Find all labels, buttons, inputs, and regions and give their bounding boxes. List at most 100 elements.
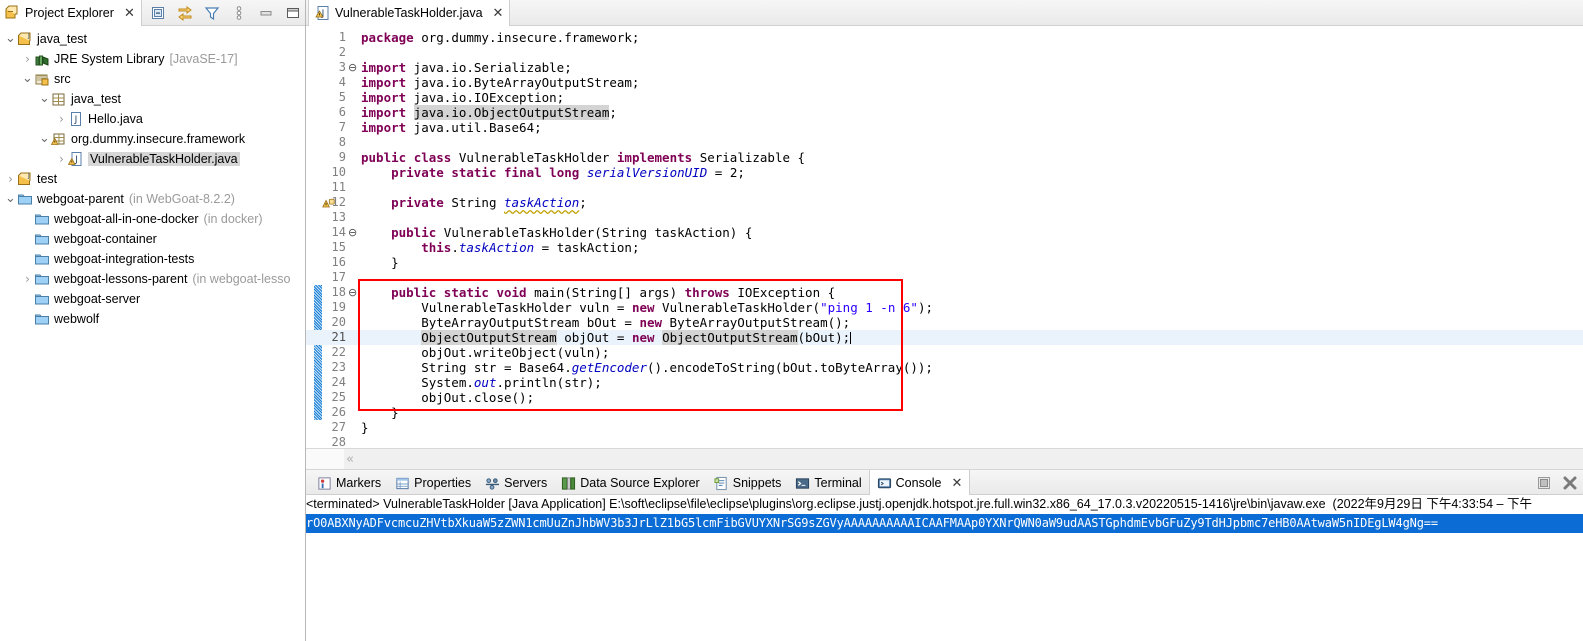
project-tree[interactable]: ⌄ Jjava_test › JRE System Library [JavaSE-17… [0,26,305,641]
tree-item-webgoat-lessons-parent[interactable]: › webgoat-lessons-parent (in webgoat-lesso [0,269,305,289]
code-text: VulnerableTaskHolder vuln = new Vulnerab… [361,300,933,315]
folder-icon [35,214,49,225]
code-line-17[interactable]: 17 [306,270,1583,285]
line-number: 13 [331,210,346,224]
close-icon[interactable]: ✕ [124,7,135,20]
tree-item-webgoat-container[interactable]: webgoat-container [0,229,305,249]
chevron-down-icon[interactable]: ⌄ [21,69,34,89]
close-icon[interactable]: ✕ [493,7,504,20]
collapse-all-icon[interactable] [150,5,166,21]
chevron-right-icon[interactable]: › [21,49,34,69]
console-output-line[interactable]: rO0ABXNyADFvcmcuZHVtbXkuaW5zZWN1cmUuZnJh… [306,514,1583,533]
tab-properties[interactable]: Properties [388,470,478,496]
line-number: 11 [331,180,346,194]
console-output[interactable]: <terminated> VulnerableTaskHolder [Java … [306,495,1583,641]
tree-item-vulnerabletaskholder-java[interactable]: › J VulnerableTaskHolder.java [0,149,305,169]
minimize-icon[interactable] [258,5,274,21]
chevron-down-icon[interactable]: ⌄ [38,89,51,109]
tab-markers[interactable]: Markers [310,470,388,496]
tab-project-explorer[interactable]: Project Explorer ✕ [0,0,142,26]
tree-item-webgoat-all-in-one-docker[interactable]: webgoat-all-in-one-docker (in docker) [0,209,305,229]
code-line-22[interactable]: 22 objOut.writeObject(vuln); [306,345,1583,360]
tree-item-label: VulnerableTaskHolder.java [88,152,240,166]
fold-collapse-icon[interactable]: ⊖ [348,285,358,300]
code-line-20[interactable]: 20 ByteArrayOutputStream bOut = new Byte… [306,315,1583,330]
code-line-14[interactable]: 14 ⊖ public VulnerableTaskHolder(String t… [306,225,1583,240]
svg-text:J: J [27,33,30,40]
warning-marker-icon[interactable] [322,196,335,209]
tree-item-webgoat-server[interactable]: webgoat-server [0,289,305,309]
fold-collapse-icon[interactable]: ⊖ [348,225,358,240]
close-icon[interactable]: ✕ [952,477,963,490]
maximize-icon[interactable] [285,5,301,21]
java-file-icon: J [71,112,81,126]
link-with-editor-icon[interactable] [177,5,193,21]
tree-item-sublabel: (in webgoat-lesso [192,272,291,286]
scroll-left-icon[interactable]: « [346,449,354,470]
code-text: this.taskAction = taskAction; [421,240,640,255]
code-line-12[interactable]: 12 private String taskAction; [306,195,1583,210]
code-editor[interactable]: 1 package org.dummy.insecure.framework; 2 3… [306,26,1583,470]
chevron-down-icon[interactable]: ⌄ [38,129,51,149]
code-line-24[interactable]: 24 System.out.println(str); [306,375,1583,390]
tab-terminal[interactable]: Terminal [788,470,868,496]
code-line-19[interactable]: 19 VulnerableTaskHolder vuln = new Vulne… [306,300,1583,315]
code-line-5[interactable]: 5 import java.io.IOException; [306,90,1583,105]
chevron-right-icon[interactable]: › [21,269,34,289]
view-menu-icon[interactable] [231,5,247,21]
tab-vulnerabletaskholder-java[interactable]: J VulnerableTaskHolder.java ✕ [308,0,511,26]
chevron-right-icon[interactable]: › [55,109,68,129]
editor-horizontal-scrollbar[interactable]: « [306,448,1583,470]
code-line-6[interactable]: 6 import java.io.ObjectOutputStream; [306,105,1583,120]
code-line-23[interactable]: 23 String str = Base64.getEncoder().enco… [306,360,1583,375]
tree-item-label: src [54,72,71,86]
tree-item-hello-java[interactable]: › J Hello.java [0,109,305,129]
tree-item-label: java_test [71,92,122,106]
code-line-13[interactable]: 13 [306,210,1583,225]
code-lines[interactable]: 1 package org.dummy.insecure.framework; 2 3… [306,26,1583,448]
tree-item-src[interactable]: ⌄ src [0,69,305,89]
java-project-icon: J [18,32,31,45]
restore-icon[interactable] [1536,475,1552,491]
tree-item-jre-system-library[interactable]: › JRE System Library [JavaSE-17] [0,49,305,69]
tree-item-org-dummy-insecure-framework[interactable]: ⌄ org.dummy.insecure.framework [0,129,305,149]
tree-item-java-test[interactable]: ⌄ Jjava_test [0,29,305,49]
fold-collapse-icon[interactable]: ⊖ [348,60,358,75]
tree-item-test[interactable]: › Jtest [0,169,305,189]
folder-icon [35,234,49,245]
code-text: private String taskAction; [391,195,587,210]
tree-item-webgoat-integration-tests[interactable]: webgoat-integration-tests [0,249,305,269]
code-line-1[interactable]: 1 package org.dummy.insecure.framework; [306,30,1583,45]
tree-item-webgoat-parent[interactable]: ⌄ webgoat-parent (in WebGoat-8.2.2) [0,189,305,209]
code-line-15[interactable]: 15 this.taskAction = taskAction; [306,240,1583,255]
code-line-8[interactable]: 8 [306,135,1583,150]
chevron-right-icon[interactable]: › [55,149,68,169]
code-line-25[interactable]: 25 objOut.close(); [306,390,1583,405]
code-line-18[interactable]: 18 ⊖ public static void main(String[] arg… [306,285,1583,300]
tab-console[interactable]: Console ✕ [868,470,971,496]
code-line-21[interactable]: 21 ObjectOutputStream objOut = new Objec… [306,330,1583,345]
code-line-11[interactable]: 11 [306,180,1583,195]
folder-icon [35,254,49,265]
code-line-4[interactable]: 4 import java.io.ByteArrayOutputStream; [306,75,1583,90]
chevron-down-icon[interactable]: ⌄ [4,29,17,49]
code-line-10[interactable]: 10 private static final long serialVersi… [306,165,1583,180]
code-line-7[interactable]: 7 import java.util.Base64; [306,120,1583,135]
chevron-down-icon[interactable]: ⌄ [4,189,17,209]
code-line-16[interactable]: 16 } [306,255,1583,270]
filter-icon[interactable] [204,5,220,21]
code-line-28[interactable]: 28 [306,435,1583,448]
tab-snippets[interactable]: Snippets [707,470,789,496]
tab-data-source-explorer[interactable]: Data Source Explorer [554,470,707,496]
code-line-9[interactable]: 9 public class VulnerableTaskHolder imple… [306,150,1583,165]
code-line-3[interactable]: 3 ⊖ import java.io.Serializable; [306,60,1583,75]
tab-servers[interactable]: Servers [478,470,554,496]
code-line-26[interactable]: 26 } [306,405,1583,420]
code-line-2[interactable]: 2 [306,45,1583,60]
code-line-27[interactable]: 27} [306,420,1583,435]
close-view-icon[interactable] [1562,475,1578,491]
chevron-right-icon[interactable]: › [4,169,17,189]
code-text: public static void main(String[] args) t… [391,285,836,300]
tree-item-java-test[interactable]: ⌄ java_test [0,89,305,109]
tree-item-webwolf[interactable]: webwolf [0,309,305,329]
